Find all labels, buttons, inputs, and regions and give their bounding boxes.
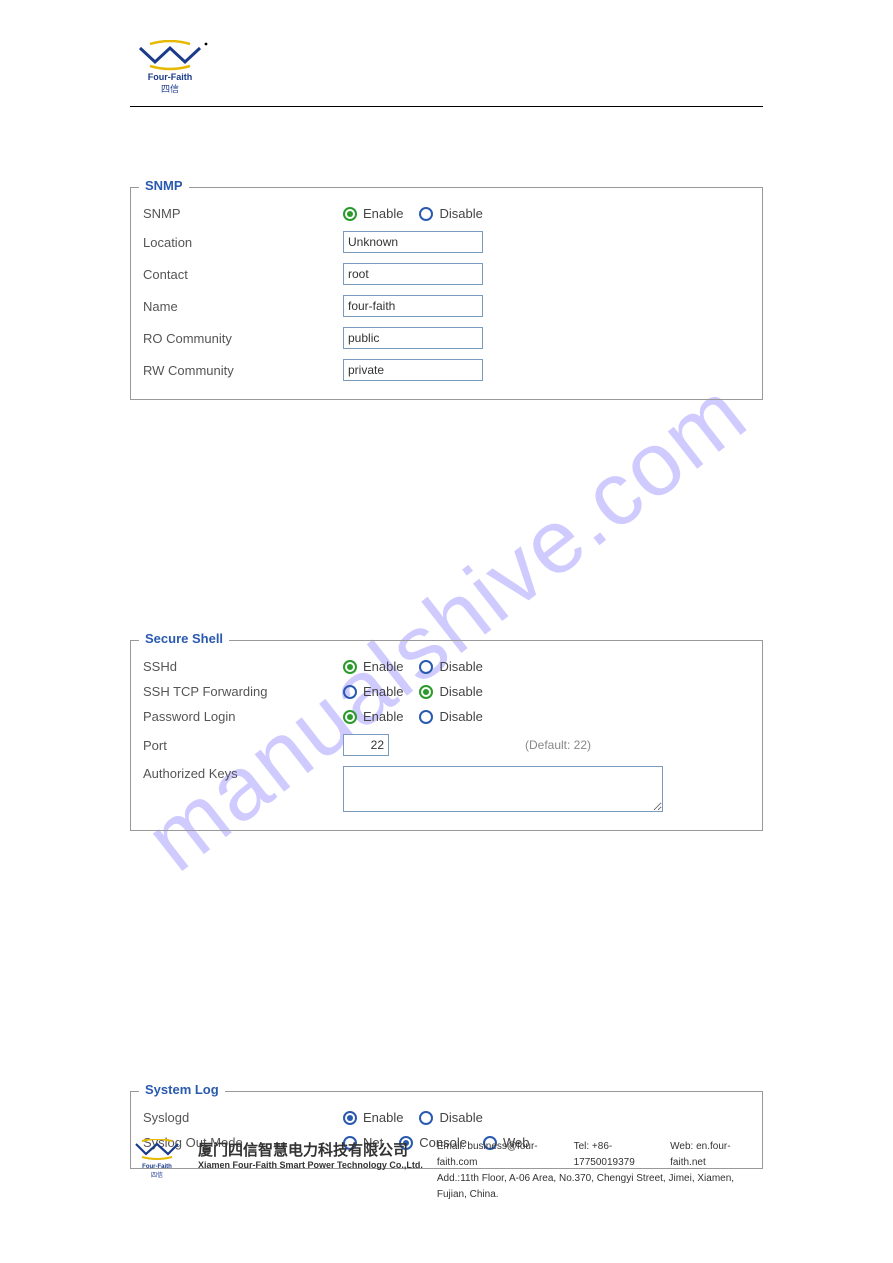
- location-label: Location: [143, 235, 343, 250]
- location-input[interactable]: [343, 231, 483, 253]
- ssh-tcp-enable-label: Enable: [363, 684, 403, 699]
- pwd-disable-radio[interactable]: [419, 710, 433, 724]
- footer-company-en: Xiamen Four-Faith Smart Power Technology…: [198, 1160, 423, 1170]
- syslogd-label: Syslogd: [143, 1110, 343, 1125]
- contact-label: Contact: [143, 267, 343, 282]
- pwd-enable-radio[interactable]: [343, 710, 357, 724]
- footer-company-cn: 厦门四信智慧电力科技有限公司: [198, 1139, 423, 1160]
- footer-email: Email: business@four-faith.com: [437, 1139, 574, 1171]
- footer-logo: Four-Faith 四信: [130, 1139, 184, 1179]
- port-input[interactable]: [343, 734, 389, 756]
- footer-address: Add.:11th Floor, A-06 Area, No.370, Chen…: [437, 1171, 763, 1203]
- secure-shell-legend: Secure Shell: [139, 631, 229, 646]
- syslogd-disable-radio[interactable]: [419, 1111, 433, 1125]
- svg-text:四信: 四信: [161, 83, 179, 94]
- snmp-enable-label: Enable: [363, 206, 403, 221]
- page-footer: Four-Faith 四信 厦门四信智慧电力科技有限公司 Xiamen Four…: [130, 1139, 763, 1203]
- four-faith-logo: Four-Faith 四信: [130, 40, 210, 95]
- name-label: Name: [143, 299, 343, 314]
- snmp-legend: SNMP: [139, 178, 189, 193]
- authorized-keys-label: Authorized Keys: [143, 766, 343, 781]
- port-label: Port: [143, 738, 343, 753]
- ro-community-input[interactable]: [343, 327, 483, 349]
- secure-shell-fieldset: Secure Shell SSHd Enable Disable SSH TCP…: [130, 640, 763, 831]
- syslogd-disable-label: Disable: [439, 1110, 482, 1125]
- snmp-enable-radio[interactable]: [343, 207, 357, 221]
- sshd-label: SSHd: [143, 659, 343, 674]
- svg-text:四信: 四信: [151, 1171, 163, 1179]
- sshd-disable-radio[interactable]: [419, 660, 433, 674]
- syslogd-enable-radio[interactable]: [343, 1111, 357, 1125]
- pwd-disable-label: Disable: [439, 709, 482, 724]
- name-input[interactable]: [343, 295, 483, 317]
- pwd-enable-label: Enable: [363, 709, 403, 724]
- svg-text:Four-Faith: Four-Faith: [142, 1164, 172, 1170]
- password-login-label: Password Login: [143, 709, 343, 724]
- system-log-legend: System Log: [139, 1082, 225, 1097]
- ssh-tcp-forwarding-label: SSH TCP Forwarding: [143, 684, 343, 699]
- sshd-enable-label: Enable: [363, 659, 403, 674]
- svg-text:Four-Faith: Four-Faith: [148, 72, 193, 82]
- snmp-fieldset: SNMP SNMP Enable Disable Location Contac…: [130, 187, 763, 400]
- footer-tel: Tel: +86-17750019379: [574, 1139, 671, 1171]
- page-header: Four-Faith 四信: [130, 40, 763, 107]
- ssh-tcp-disable-radio[interactable]: [419, 685, 433, 699]
- port-hint: (Default: 22): [525, 738, 591, 752]
- authorized-keys-textarea[interactable]: [343, 766, 663, 812]
- rw-community-label: RW Community: [143, 363, 343, 378]
- ssh-tcp-enable-radio[interactable]: [343, 685, 357, 699]
- sshd-disable-label: Disable: [439, 659, 482, 674]
- sshd-enable-radio[interactable]: [343, 660, 357, 674]
- snmp-disable-label: Disable: [439, 206, 482, 221]
- rw-community-input[interactable]: [343, 359, 483, 381]
- footer-web: Web: en.four-faith.net: [670, 1139, 763, 1171]
- ssh-tcp-disable-label: Disable: [439, 684, 482, 699]
- snmp-disable-radio[interactable]: [419, 207, 433, 221]
- ro-community-label: RO Community: [143, 331, 343, 346]
- syslogd-enable-label: Enable: [363, 1110, 403, 1125]
- snmp-label: SNMP: [143, 206, 343, 221]
- contact-input[interactable]: [343, 263, 483, 285]
